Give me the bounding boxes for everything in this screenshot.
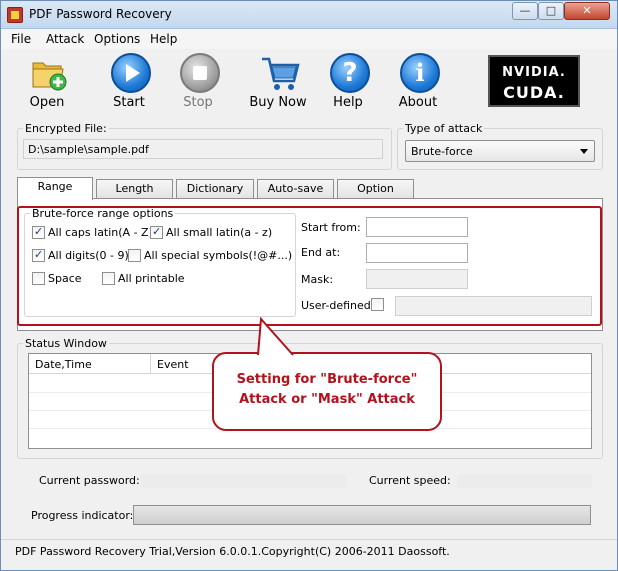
progress-bar [133,505,591,525]
encrypted-file-field[interactable]: D:\sample\sample.pdf [23,139,383,159]
status-bar-text: PDF Password Recovery Trial,Version 6.0.… [15,545,450,558]
tab-range[interactable]: Range [17,177,93,200]
callout-line-1: Setting for "Brute-force" [236,372,418,387]
column-header-datetime[interactable]: Date,Time [29,354,151,374]
close-button[interactable]: ✕ [564,2,610,20]
menu-attack[interactable]: Attack [46,32,84,46]
current-password-label: Current password: [39,474,140,487]
current-speed-label: Current speed: [369,474,451,487]
stop-button[interactable]: Stop [168,51,228,113]
info-icon: i [400,53,440,93]
annotation-callout: Setting for "Brute-force" Attack or "Mas… [212,352,442,431]
menu-options[interactable]: Options [94,32,140,46]
menu-file[interactable]: File [11,32,31,46]
tab-dictionary[interactable]: Dictionary [176,179,254,199]
about-button[interactable]: i About [388,51,448,113]
pdf-app-icon [7,7,23,23]
buy-now-label: Buy Now [249,95,307,110]
minimize-button[interactable]: — [512,2,538,20]
tab-auto-save[interactable]: Auto-save [257,179,334,199]
attack-type-value: Brute-force [411,145,473,158]
progress-label: Progress indicator: [31,509,134,522]
status-window-label: Status Window [23,337,109,350]
maximize-button[interactable]: □ [538,2,564,20]
shopping-cart-icon [262,57,300,90]
about-label: About [398,95,438,110]
brute-force-highlight-frame [17,206,602,326]
window-title: PDF Password Recovery [29,7,172,21]
current-speed-value [457,474,592,488]
app-window: PDF Password Recovery — □ ✕ File Attack … [0,0,618,571]
toolbar: Open Start Stop Buy Now ? Help i About N… [1,49,617,115]
encrypted-file-label: Encrypted File: [23,122,109,135]
menu-help[interactable]: Help [150,32,177,46]
tab-option[interactable]: Option [337,179,414,199]
tab-length[interactable]: Length [96,179,173,199]
start-label: Start [113,95,145,110]
open-label: Open [29,95,65,110]
title-bar[interactable]: PDF Password Recovery — □ ✕ [1,1,617,29]
buy-now-button[interactable]: Buy Now [248,51,308,113]
help-button[interactable]: ? Help [318,51,378,113]
help-icon: ? [330,53,370,93]
callout-line-2: Attack or "Mask" Attack [239,392,415,407]
callout-pointer [257,317,294,356]
nvidia-logo-text: NVIDIA. [502,65,566,80]
open-button[interactable]: Open [17,51,77,113]
folder-open-icon [32,62,67,91]
attack-type-select[interactable]: Brute-force [405,140,595,162]
chevron-down-icon [580,149,588,154]
status-bar: PDF Password Recovery Trial,Version 6.0.… [1,539,617,561]
nvidia-cuda-badge: NVIDIA. CUDA. [488,55,580,107]
menu-bar: File Attack Options Help [1,29,617,49]
cuda-logo-text: CUDA. [503,83,565,102]
current-password-value [141,474,346,488]
stop-icon [180,53,220,93]
help-label: Help [333,95,363,110]
start-button[interactable]: Start [99,51,159,113]
attack-type-label: Type of attack [403,122,485,135]
stop-label: Stop [183,95,213,110]
play-icon [111,53,151,93]
